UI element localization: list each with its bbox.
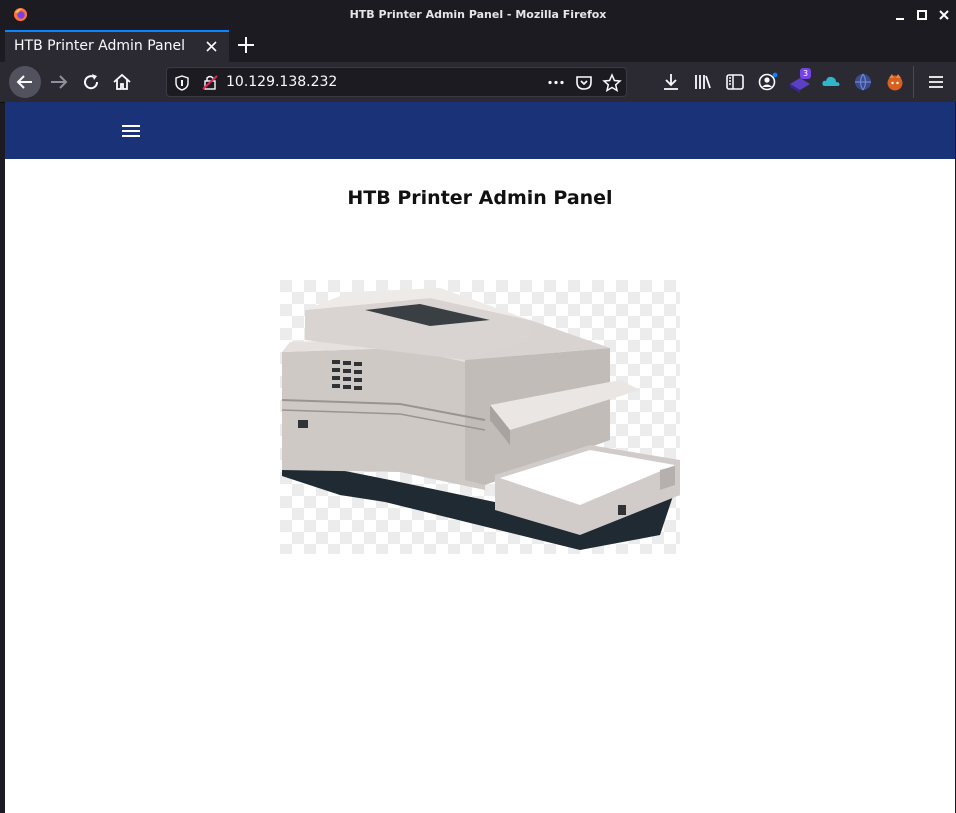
globe-icon[interactable]	[853, 72, 873, 92]
sidebar-icon[interactable]	[725, 72, 745, 92]
insecure-lock-icon[interactable]	[202, 74, 218, 91]
account-icon[interactable]	[757, 71, 779, 93]
home-button[interactable]	[111, 71, 133, 93]
library-icon[interactable]	[693, 72, 713, 92]
cloud-icon[interactable]	[821, 73, 841, 89]
page-title: HTB Printer Admin Panel	[347, 187, 613, 209]
tab-htb-printer[interactable]: HTB Printer Admin Panel	[5, 30, 229, 62]
page-content: HTB Printer Admin Panel	[5, 159, 955, 813]
tab-title: HTB Printer Admin Panel	[14, 38, 185, 54]
forward-button[interactable]	[47, 70, 71, 94]
back-button[interactable]	[9, 66, 41, 98]
tab-close-icon[interactable]	[204, 37, 220, 55]
toolbar-divider	[913, 66, 914, 98]
reload-icon	[84, 74, 99, 90]
window-title: HTB Printer Admin Panel - Mozilla Firefo…	[349, 8, 607, 21]
extension-badge: 3	[800, 68, 812, 79]
reload-button[interactable]	[80, 71, 102, 93]
maximize-icon[interactable]	[915, 8, 929, 22]
close-window-icon[interactable]	[937, 8, 951, 22]
printer-image	[280, 280, 680, 554]
fox-extension-icon[interactable]	[885, 72, 905, 92]
url-bar[interactable]: 10.129.138.232	[166, 67, 627, 97]
arrow-left-icon	[16, 75, 32, 89]
shield-icon[interactable]	[175, 75, 189, 91]
hamburger-menu-icon[interactable]	[121, 123, 141, 139]
pocket-icon[interactable]	[575, 74, 593, 92]
downloads-icon[interactable]	[661, 72, 681, 92]
menu-icon[interactable]	[927, 73, 945, 91]
page-actions-icon[interactable]	[547, 80, 565, 85]
minimize-icon[interactable]	[893, 8, 907, 22]
extension-button[interactable]: 3	[788, 68, 814, 94]
url-text[interactable]: 10.129.138.232	[226, 74, 337, 90]
window-titlebar: HTB Printer Admin Panel - Mozilla Firefo…	[0, 0, 956, 30]
site-navbar	[5, 102, 955, 159]
bookmark-star-icon[interactable]	[602, 73, 622, 93]
new-tab-icon[interactable]	[236, 34, 256, 56]
arrow-right-icon	[51, 75, 68, 89]
home-icon	[113, 73, 131, 90]
